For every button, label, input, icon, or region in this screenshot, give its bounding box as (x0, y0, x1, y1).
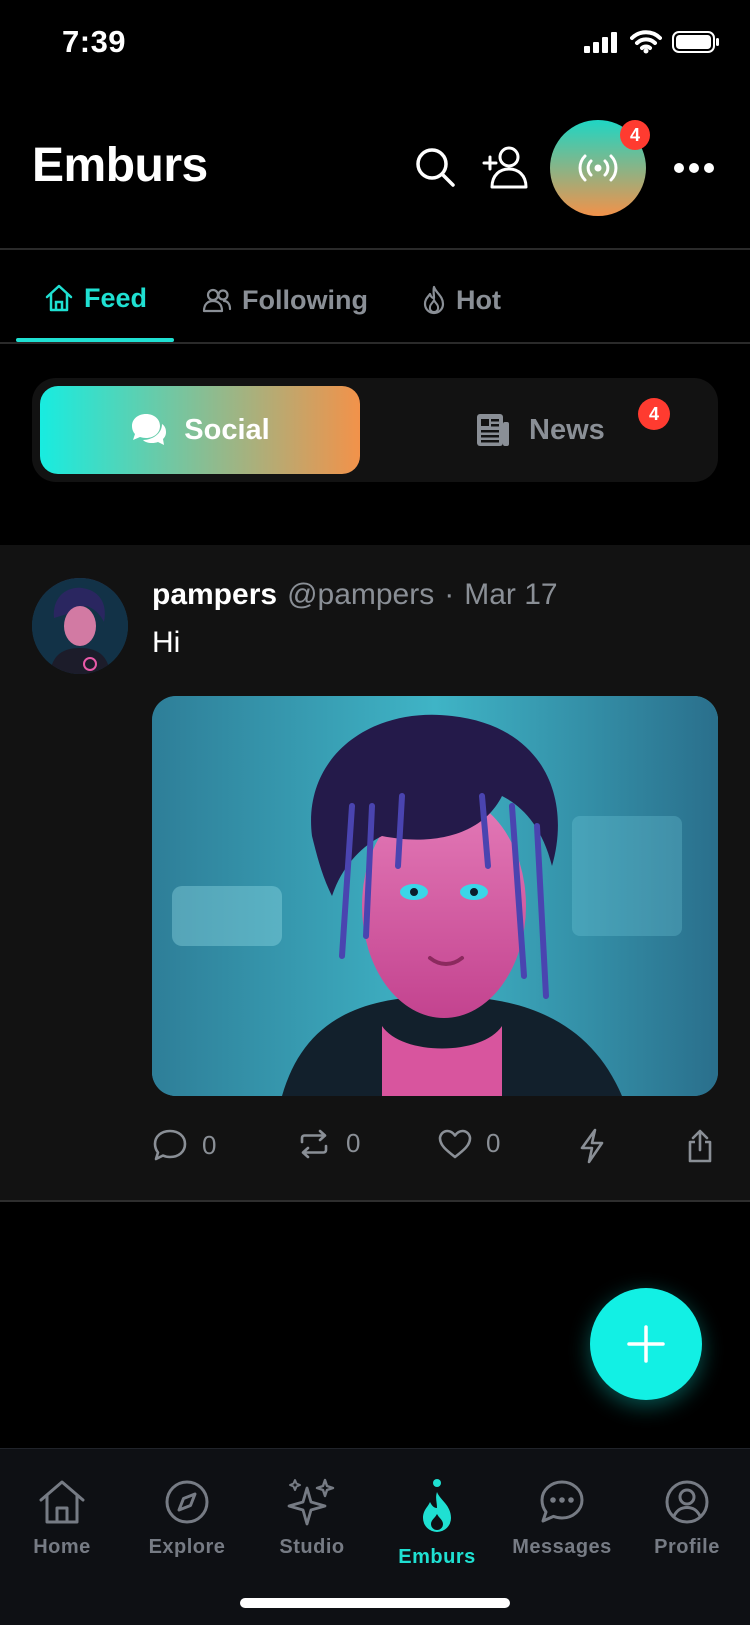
add-user-icon (482, 146, 528, 189)
more-dots-icon (674, 163, 714, 173)
search-button[interactable] (412, 144, 458, 190)
avatar[interactable] (32, 578, 128, 674)
post-author-handle[interactable]: @pampers (287, 578, 434, 612)
app-title: Emburs (32, 139, 208, 192)
repost-button[interactable]: 0 (296, 1128, 360, 1159)
nav-explore-label: Explore (148, 1536, 226, 1558)
wifi-icon (630, 30, 662, 54)
header-divider (0, 248, 750, 250)
flame-outline-icon (423, 285, 445, 315)
post-portrait-image (152, 696, 718, 1096)
tab-feed[interactable]: Feed (44, 278, 147, 318)
live-broadcast-button[interactable]: 4 (550, 120, 650, 216)
nav-emburs-label: Emburs (398, 1546, 476, 1568)
nav-explore[interactable]: Explore (125, 1478, 249, 1559)
broadcast-icon (578, 154, 618, 182)
plus-icon (627, 1325, 665, 1363)
home-icon (39, 1480, 85, 1524)
add-user-button[interactable] (480, 144, 530, 190)
repost-icon (300, 1129, 328, 1158)
comment-button[interactable]: 0 (152, 1128, 216, 1162)
comment-icon (153, 1129, 187, 1161)
nav-studio-label: Studio (279, 1536, 345, 1558)
segment-social-label: Social (184, 413, 270, 446)
nav-emburs[interactable]: Emburs (375, 1478, 499, 1569)
home-icon (45, 284, 73, 312)
sparkles-icon (287, 1478, 335, 1526)
chat-bubbles-icon (132, 414, 167, 445)
like-button[interactable]: 0 (438, 1128, 500, 1159)
zap-button[interactable] (578, 1128, 606, 1164)
users-icon (202, 288, 232, 313)
compose-post-button[interactable] (590, 1288, 702, 1400)
heart-icon (438, 1129, 472, 1158)
post-author-name[interactable]: pampers (152, 578, 277, 612)
flame-icon (423, 1479, 451, 1532)
home-indicator[interactable] (240, 1598, 510, 1608)
repost-count: 0 (346, 1128, 361, 1158)
nav-messages[interactable]: Messages (500, 1478, 624, 1559)
nav-profile[interactable]: Profile (625, 1478, 749, 1559)
post-divider (0, 1200, 750, 1202)
search-icon (416, 148, 455, 187)
battery-icon (672, 31, 719, 53)
live-notification-badge: 4 (620, 120, 650, 150)
news-count-badge: 4 (638, 398, 670, 430)
like-count: 0 (486, 1128, 501, 1158)
user-circle-icon (665, 1480, 709, 1524)
newspaper-icon (477, 414, 509, 446)
segment-news-label: News (529, 413, 605, 446)
tab-feed-label: Feed (84, 282, 148, 313)
comment-count: 0 (202, 1129, 217, 1160)
tab-hot[interactable]: Hot (422, 280, 501, 320)
tabs-divider (0, 342, 750, 344)
nav-home-label: Home (33, 1536, 91, 1558)
tab-hot-label: Hot (456, 284, 501, 315)
post-header: pampers @pampers · Mar 17 (152, 578, 558, 612)
post-image[interactable] (152, 696, 718, 1096)
more-options-button[interactable] (672, 150, 716, 186)
segment-social[interactable]: Social (40, 386, 360, 474)
chat-bubble-icon (540, 1480, 584, 1523)
post-text: Hi (152, 626, 181, 659)
status-time: 7:39 (62, 24, 127, 59)
nav-messages-label: Messages (512, 1536, 612, 1558)
lightning-icon (580, 1128, 604, 1164)
avatar-portrait-image (32, 578, 128, 674)
post-meta-separator: · (444, 578, 455, 611)
post-date: Mar 17 (464, 578, 558, 611)
tab-following[interactable]: Following (202, 280, 368, 320)
share-icon (688, 1129, 712, 1163)
nav-home[interactable]: Home (0, 1478, 124, 1559)
tab-following-label: Following (242, 284, 368, 315)
status-icons (584, 30, 720, 54)
compass-icon (165, 1480, 209, 1524)
nav-profile-label: Profile (654, 1536, 720, 1558)
signal-icon (584, 32, 617, 53)
share-button[interactable] (686, 1128, 714, 1164)
nav-studio[interactable]: Studio (250, 1478, 374, 1559)
